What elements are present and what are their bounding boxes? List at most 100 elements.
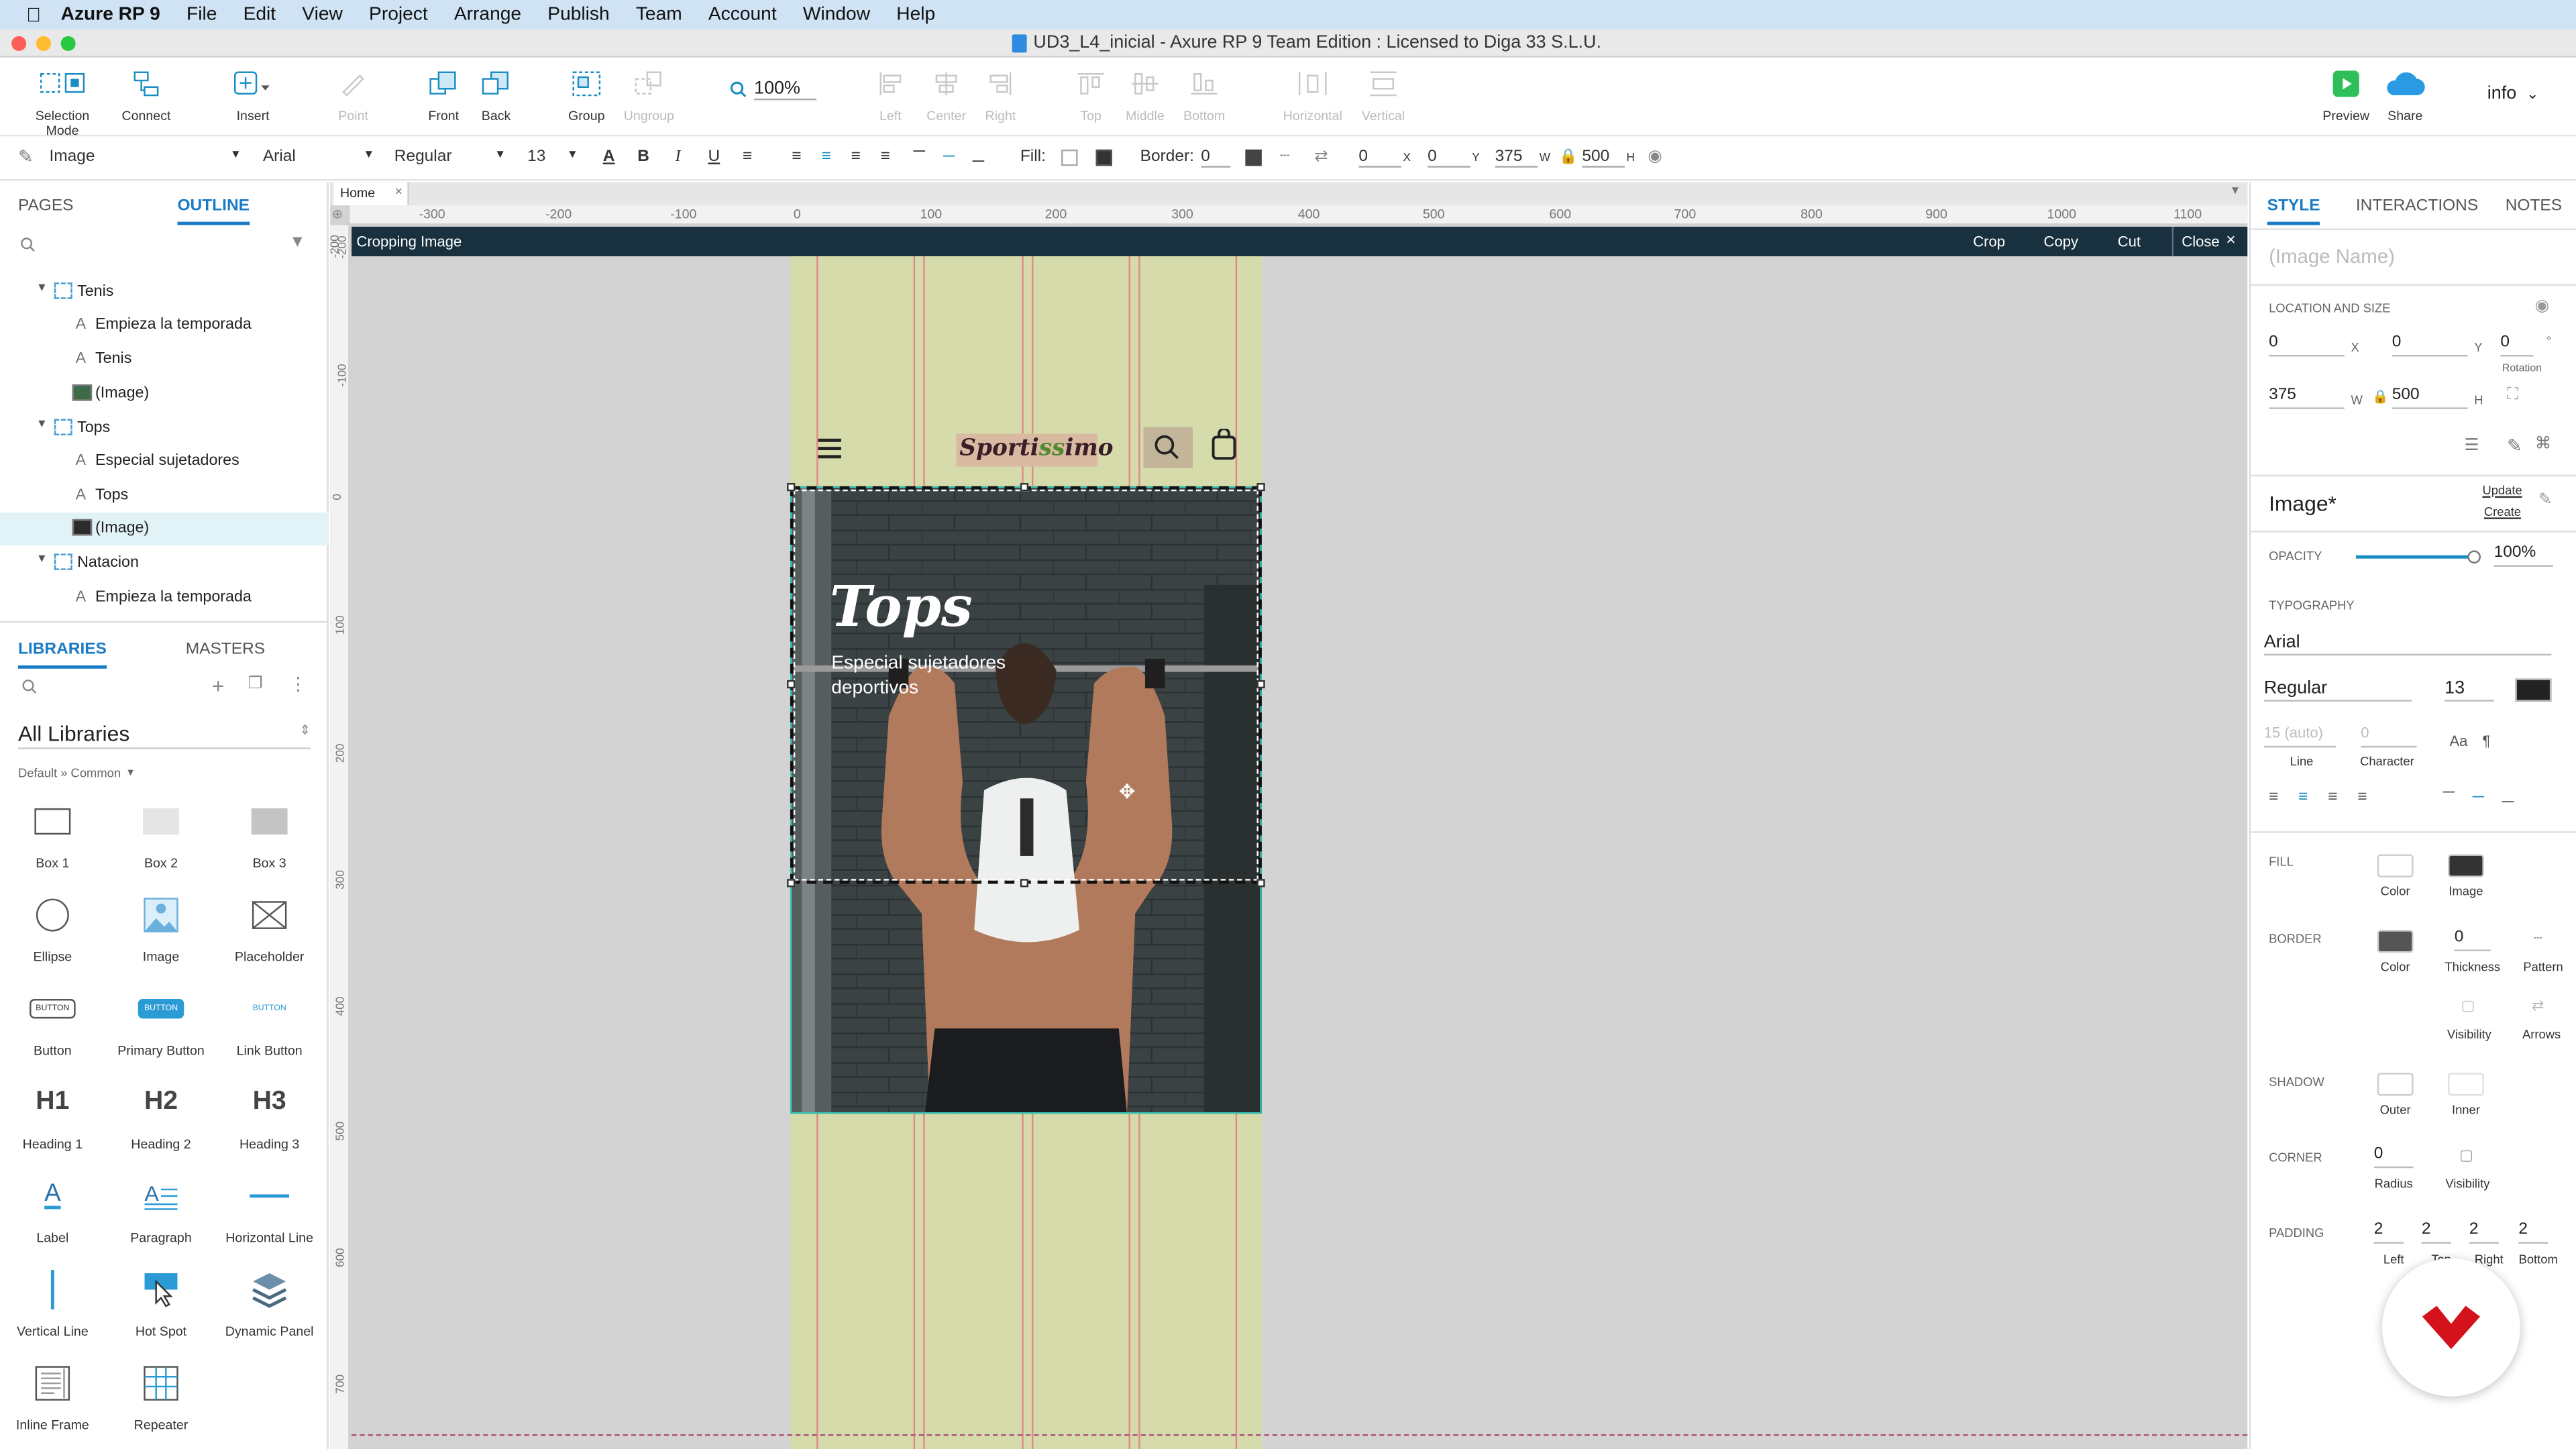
lock-aspect-icon[interactable]: 🔒 (2372, 389, 2388, 404)
widget-horizontal-line[interactable]: Horizontal Line (220, 1173, 319, 1245)
align-text-center-icon[interactable]: ≡ (822, 148, 831, 166)
visibility-eye-icon[interactable]: ◉ (1648, 148, 1662, 166)
site-search-button[interactable] (1143, 427, 1193, 468)
widget-heading-3[interactable]: H3 Heading 3 (220, 1079, 319, 1152)
edit-pencil-icon[interactable]: ✎ (2507, 435, 2522, 456)
widget-hot-spot[interactable]: Hot Spot (112, 1267, 211, 1339)
height-input[interactable]: 500 (1582, 148, 1625, 168)
font-family-select[interactable]: Arial (2263, 633, 2552, 656)
visibility-eye-icon[interactable]: ◉ (2535, 297, 2549, 315)
canvas-area[interactable]: Home × ▼ ⊕ -300 -200 -100 0 100 200 300 … (330, 182, 2248, 1449)
border-arrows-icon[interactable]: ⇄ (1314, 148, 1328, 166)
fill-color-swatch[interactable] (1061, 149, 1078, 166)
menu-project[interactable]: Project (369, 5, 428, 24)
width-input[interactable]: 375 (2269, 386, 2345, 409)
align-right-button[interactable]: Right (965, 67, 1037, 123)
align-text-right-icon[interactable]: ≡ (2328, 789, 2337, 807)
align-text-right-icon[interactable]: ≡ (851, 148, 861, 166)
rotation-input[interactable]: 0 (2500, 333, 2534, 357)
close-window-button[interactable] (11, 36, 27, 51)
cut-button[interactable]: Cut (2118, 233, 2141, 250)
menu-window[interactable]: Window (803, 5, 870, 24)
apple-icon[interactable]:  (26, 3, 41, 26)
corner-visibility-icon[interactable]: ▢ (2459, 1146, 2473, 1165)
menu-publish[interactable]: Publish (547, 5, 609, 24)
caret-down-icon[interactable]: ▼ (36, 282, 48, 294)
outline-item-folder[interactable]: ▼ Tops (0, 413, 329, 445)
widget-dynamic-panel[interactable]: Dynamic Panel (220, 1267, 319, 1339)
fit-size-icon[interactable]: ⛶ (2507, 386, 2518, 405)
minimize-window-button[interactable] (36, 36, 51, 51)
tab-libraries[interactable]: LIBRARIES (17, 641, 107, 669)
zoom-value[interactable]: 100% (754, 79, 817, 101)
zoom-window-button[interactable] (60, 36, 76, 51)
share-button[interactable]: Share (2369, 67, 2441, 123)
menu-help[interactable]: Help (896, 5, 935, 24)
font-weight-select[interactable]: Regular (2263, 678, 2412, 702)
border-width-input[interactable]: 0 (1201, 148, 1231, 168)
widget-link-button[interactable]: BUTTON Link Button (220, 985, 319, 1058)
menu-team[interactable]: Team (636, 5, 682, 24)
adjust-settings-icon[interactable]: ☰ (2464, 437, 2479, 455)
menu-view[interactable]: View (302, 5, 343, 24)
opacity-slider[interactable] (2355, 550, 2481, 564)
zoom-control[interactable]: 100% (729, 79, 817, 101)
arrows-icon[interactable]: ⇄ (2532, 998, 2544, 1016)
caret-down-icon[interactable]: ▼ (2229, 186, 2241, 197)
outline-item-text[interactable]: A Tenis (0, 343, 329, 376)
font-color-swatch[interactable] (2515, 678, 2552, 702)
crop-handle[interactable] (787, 680, 796, 689)
valign-middle-icon[interactable]: ─ (943, 148, 955, 166)
style-select[interactable]: Image (49, 148, 95, 166)
point-button[interactable]: Point (317, 67, 390, 123)
outline-item-text[interactable]: A Empieza la temporada (0, 309, 329, 341)
selection-mode-button[interactable]: Selection Mode (25, 67, 101, 138)
fill-image-swatch[interactable] (1095, 149, 1112, 166)
inner-shadow-swatch[interactable] (2448, 1073, 2484, 1096)
search-icon[interactable] (21, 678, 38, 694)
brand-logo[interactable]: Sportissimo (956, 433, 1114, 467)
padding-right-input[interactable]: 2 (2469, 1221, 2499, 1244)
tab-notes[interactable]: NOTES (2506, 197, 2562, 215)
filter-icon[interactable]: ▼ (289, 233, 305, 252)
ungroup-button[interactable]: Ungroup (612, 67, 685, 123)
widget-image[interactable]: Image (112, 892, 211, 965)
create-style-link[interactable]: Create (2484, 504, 2521, 519)
align-text-center-icon[interactable]: ≡ (2298, 789, 2308, 807)
tab-style[interactable]: STYLE (2267, 197, 2321, 225)
crop-selection-frame[interactable] (790, 486, 1262, 884)
back-button[interactable]: Back (460, 67, 533, 123)
padding-top-input[interactable]: 2 (2421, 1221, 2451, 1244)
widget-box-2[interactable]: Box 2 (112, 798, 211, 871)
border-color-swatch[interactable] (2377, 930, 2414, 953)
widget-button[interactable]: BUTTON Button (3, 985, 102, 1058)
outer-shadow-swatch[interactable] (2377, 1073, 2414, 1096)
padding-bottom-input[interactable]: 2 (2518, 1221, 2548, 1244)
widget-box-1[interactable]: Box 1 (3, 798, 102, 871)
text-case-icon[interactable]: Aa (2449, 733, 2467, 749)
tab-pages[interactable]: PAGES (18, 197, 74, 215)
y-input[interactable]: 0 (2392, 333, 2468, 357)
menu-account[interactable]: Account (708, 5, 777, 24)
widget-label[interactable]: A Label (3, 1173, 102, 1246)
widget-repeater[interactable]: Repeater (112, 1360, 211, 1433)
crop-handle[interactable] (787, 879, 796, 888)
valign-top-icon[interactable]: ─ (914, 143, 925, 161)
update-style-link[interactable]: Update (2482, 483, 2522, 498)
widget-paragraph[interactable]: A Paragraph (112, 1173, 211, 1245)
border-visibility-icon[interactable]: ▢ (2461, 998, 2475, 1016)
widget-inline-frame[interactable]: Inline Frame (3, 1360, 102, 1433)
weight-select[interactable]: Regular (394, 148, 452, 166)
valign-bottom-icon[interactable]: ─ (2502, 794, 2514, 812)
copy-button[interactable]: Copy (2044, 233, 2078, 250)
widget-vertical-line[interactable]: Vertical Line (3, 1267, 102, 1339)
menu-edit[interactable]: Edit (244, 5, 276, 24)
border-color-swatch[interactable] (1245, 149, 1262, 166)
lock-icon[interactable]: 🔒 (1559, 148, 1577, 166)
library-sub-select[interactable]: Default » Common ▼ (18, 765, 136, 780)
padding-left-input[interactable]: 2 (2373, 1221, 2404, 1244)
close-crop-button[interactable]: Close (2182, 233, 2219, 250)
menu-app[interactable]: Azure RP 9 (61, 5, 160, 24)
fill-color-swatch[interactable] (2377, 854, 2414, 877)
distribute-vertical-button[interactable]: Vertical (1347, 67, 1419, 123)
